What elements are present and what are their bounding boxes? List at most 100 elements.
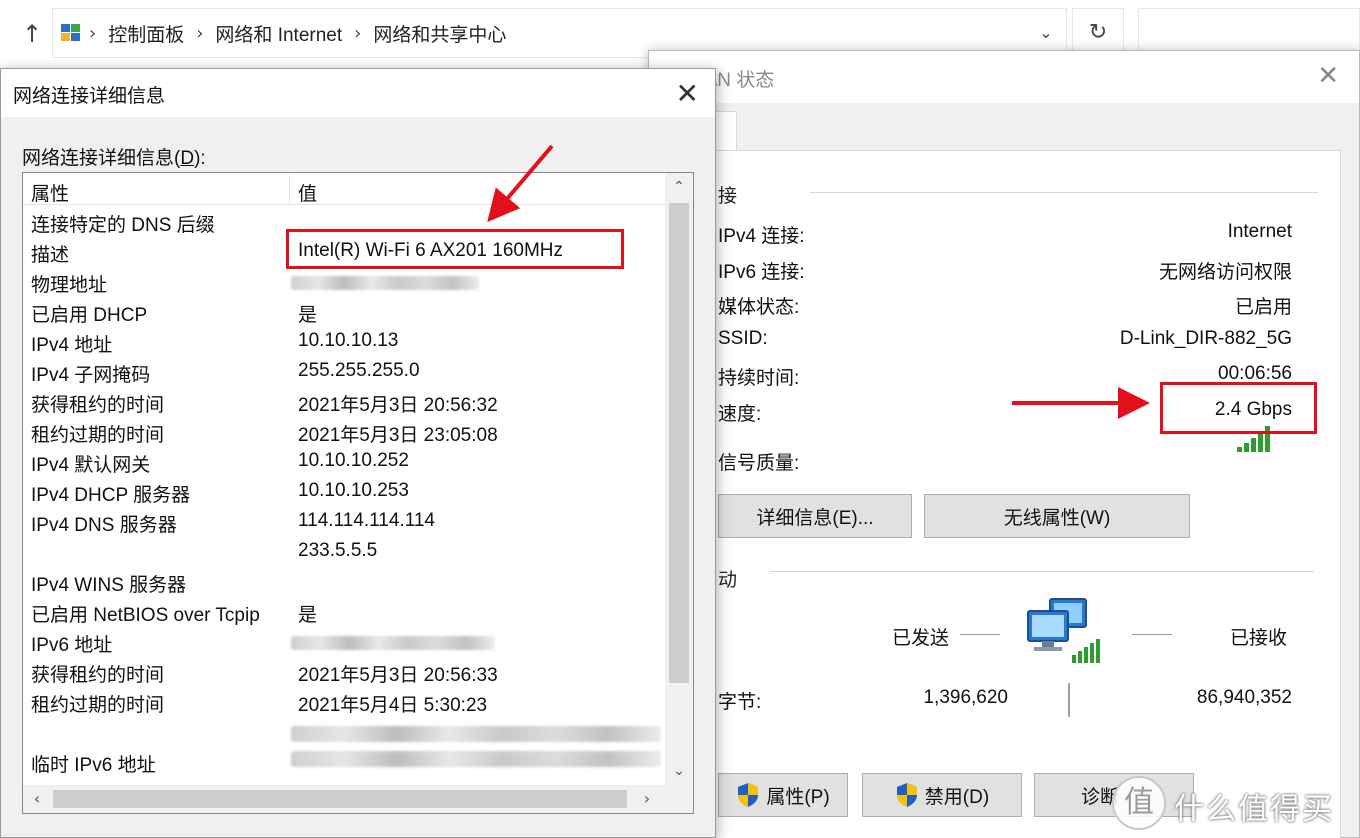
chevron-right-icon[interactable]: › <box>354 23 361 44</box>
row-value: 233.5.5.5 <box>298 540 378 561</box>
ssid-value: D-Link_DIR-882_5G <box>1119 328 1292 349</box>
row-property: 临时 IPv6 地址 <box>31 755 156 776</box>
section-divider <box>770 571 1314 572</box>
ipv6-connection-value: 无网络访问权限 <box>1158 262 1292 283</box>
media-state-label: 媒体状态: <box>718 297 800 318</box>
control-panel-icon <box>61 24 80 41</box>
row-value: 255.255.255.0 <box>298 360 420 381</box>
table-row[interactable]: 租约过期的时间 2021年5月3日 23:05:08 <box>23 417 665 447</box>
table-row[interactable]: 已启用 DHCP 是 <box>23 297 665 327</box>
row-value: 10.10.10.253 <box>298 480 409 501</box>
media-state-value: 已启用 <box>1234 297 1292 318</box>
row-property: 租约过期的时间 <box>31 695 165 716</box>
wlan-titlebar: LAN 状态 ✕ <box>649 51 1359 103</box>
caption-access-key: D <box>180 148 195 169</box>
scroll-up-icon[interactable]: ⌃ <box>665 173 693 201</box>
table-row[interactable]: 获得租约的时间 2021年5月3日 20:56:32 <box>23 387 665 417</box>
row-value: 2021年5月3日 23:05:08 <box>298 425 498 446</box>
breadcrumb-network-internet[interactable]: 网络和 Internet <box>215 20 342 47</box>
scroll-down-icon[interactable]: ⌄ <box>665 757 693 785</box>
uac-shield-icon <box>738 783 759 807</box>
table-row[interactable]: 已启用 NetBIOS over Tcpip 是 <box>23 597 665 627</box>
details-dialog-title: 网络连接详细信息 <box>13 86 166 107</box>
network-details-dialog: 网络连接详细信息 ✕ 网络连接详细信息(D): 属性 值 连接特定的 DNS 后… <box>0 68 716 838</box>
scroll-thumb[interactable] <box>53 790 627 808</box>
disable-button[interactable]: 禁用(D) <box>862 773 1022 817</box>
blurred-physical-address <box>291 276 479 290</box>
duration-label: 持续时间: <box>718 368 800 389</box>
table-row[interactable]: IPv6 地址 <box>23 627 665 657</box>
chevron-right-icon[interactable]: › <box>89 23 96 44</box>
table-row[interactable]: 物理地址 <box>23 267 665 297</box>
table-row[interactable]: 获得租约的时间 2021年5月3日 20:56:33 <box>23 657 665 687</box>
breadcrumb: › 控制面板 › 网络和 Internet › 网络和共享中心 <box>89 9 506 57</box>
scroll-right-icon[interactable]: › <box>633 785 661 813</box>
list-header: 属性 值 <box>23 173 665 205</box>
caption-suffix: ): <box>194 148 206 169</box>
row-property: IPv4 地址 <box>31 335 113 356</box>
wireless-properties-button[interactable]: 无线属性(W) <box>924 494 1190 538</box>
table-row[interactable] <box>23 717 665 747</box>
speed-label: 速度: <box>718 404 762 425</box>
horizontal-scrollbar[interactable]: ‹ › <box>23 785 665 813</box>
row-property: IPv4 WINS 服务器 <box>31 575 187 596</box>
close-icon[interactable]: ✕ <box>676 77 699 110</box>
row-property: 连接特定的 DNS 后缀 <box>31 215 215 236</box>
properties-button-label: 属性(P) <box>766 786 830 808</box>
details-titlebar: 网络连接详细信息 ✕ <box>1 69 715 117</box>
row-property: IPv4 默认网关 <box>31 455 151 476</box>
description-highlight-box <box>286 229 624 269</box>
bytes-divider <box>1068 683 1070 717</box>
column-header-value[interactable]: 值 <box>298 179 317 206</box>
scrollbar-corner <box>665 785 693 813</box>
ssid-label: SSID: <box>718 328 768 349</box>
details-list-caption: 网络连接详细信息(D): <box>22 143 206 170</box>
close-icon[interactable]: ✕ <box>1317 61 1339 91</box>
vertical-scrollbar[interactable]: ⌃ ⌄ <box>665 173 693 785</box>
table-row[interactable]: 233.5.5.5 <box>23 537 665 567</box>
table-row[interactable]: IPv4 DNS 服务器 114.114.114.114 <box>23 507 665 537</box>
disable-button-label: 禁用(D) <box>924 786 990 808</box>
column-divider[interactable] <box>289 175 290 203</box>
watermark: 值 什么值得买 <box>1108 770 1360 838</box>
row-value: 10.10.10.252 <box>298 450 409 471</box>
blurred-ipv6-address <box>291 636 495 650</box>
row-property: IPv6 地址 <box>31 635 113 656</box>
breadcrumb-control-panel[interactable]: 控制面板 <box>108 20 184 47</box>
row-property: IPv4 DHCP 服务器 <box>31 485 191 506</box>
row-value: 2021年5月3日 20:56:33 <box>298 665 498 686</box>
table-row[interactable]: IPv4 默认网关 10.10.10.252 <box>23 447 665 477</box>
scroll-thumb[interactable] <box>669 203 689 683</box>
row-property: IPv4 子网掩码 <box>31 365 151 386</box>
row-property: IPv4 DNS 服务器 <box>31 515 177 536</box>
chevron-right-icon[interactable]: › <box>196 23 203 44</box>
signal-quality-label: 信号质量: <box>718 453 800 474</box>
row-value: 10.10.10.13 <box>298 330 399 351</box>
row-value: 是 <box>298 605 318 626</box>
ipv4-connection-label: IPv4 连接: <box>718 226 805 247</box>
table-row[interactable]: 租约过期的时间 2021年5月4日 5:30:23 <box>23 687 665 717</box>
uac-shield-icon <box>896 783 917 807</box>
row-property: 获得租约的时间 <box>31 395 165 416</box>
up-arrow-icon[interactable]: ↑ <box>18 18 46 50</box>
row-value: 2021年5月4日 5:30:23 <box>298 695 488 716</box>
table-row[interactable]: 临时 IPv6 地址 <box>23 747 665 777</box>
watermark-logo-icon: 值 <box>1112 776 1166 830</box>
properties-button[interactable]: 属性(P) <box>718 773 848 817</box>
section-divider <box>810 192 1318 193</box>
details-button[interactable]: 详细信息(E)... <box>718 494 912 538</box>
breadcrumb-network-sharing-center[interactable]: 网络和共享中心 <box>373 20 506 47</box>
row-property: 描述 <box>31 245 70 266</box>
scroll-left-icon[interactable]: ‹ <box>23 785 51 813</box>
table-row[interactable]: IPv4 DHCP 服务器 10.10.10.253 <box>23 477 665 507</box>
wlan-status-window: LAN 状态 ✕ 接 IPv4 连接: Internet IPv6 连接: 无网… <box>648 50 1360 838</box>
column-header-property[interactable]: 属性 <box>31 179 69 206</box>
received-line <box>1132 634 1172 635</box>
table-row[interactable]: IPv4 WINS 服务器 <box>23 567 665 597</box>
row-property: 获得租约的时间 <box>31 665 165 686</box>
table-row[interactable]: IPv4 地址 10.10.10.13 <box>23 327 665 357</box>
row-property: 物理地址 <box>31 275 108 296</box>
table-row[interactable]: IPv4 子网掩码 255.255.255.0 <box>23 357 665 387</box>
chevron-down-icon[interactable]: ⌄ <box>1034 21 1058 45</box>
speed-highlight-box <box>1160 382 1317 434</box>
